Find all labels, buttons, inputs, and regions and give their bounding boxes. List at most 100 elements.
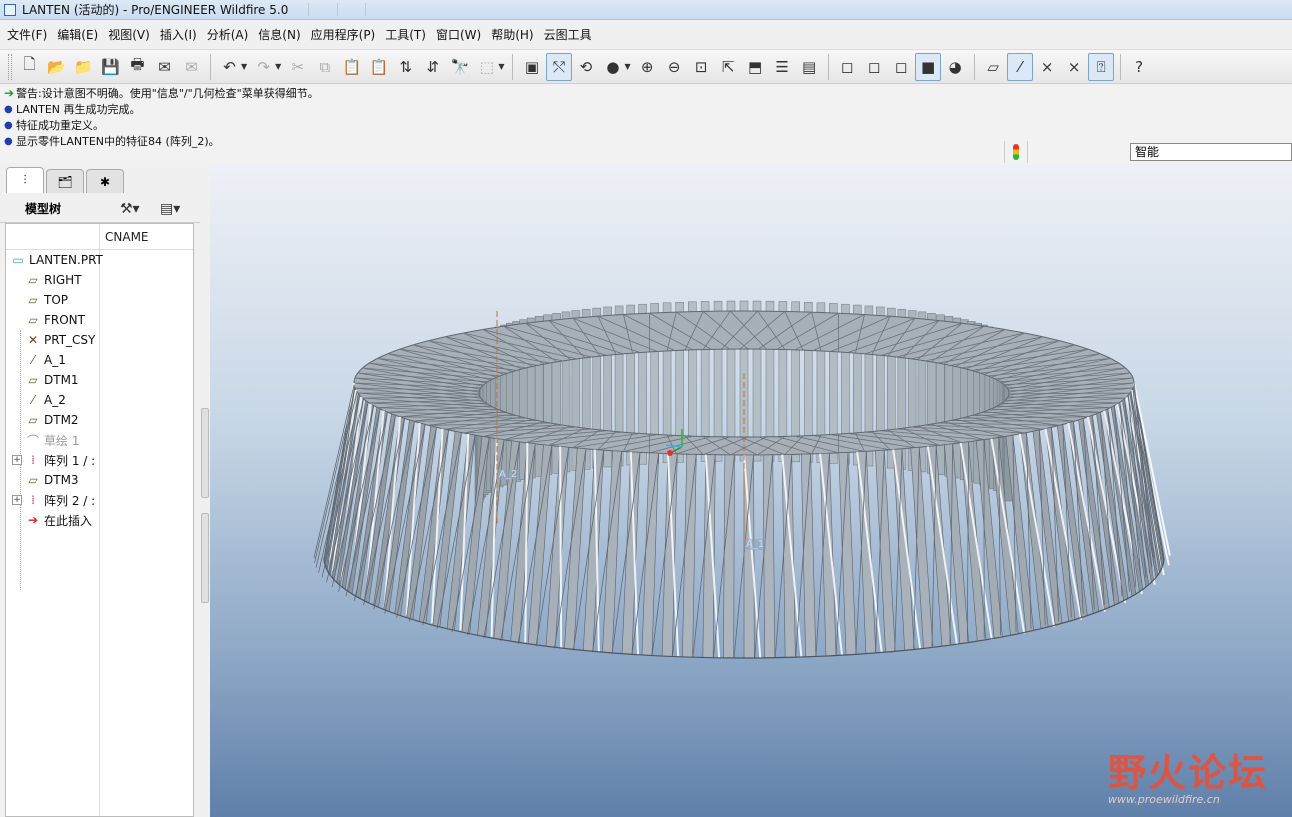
column-divider[interactable]	[99, 224, 100, 816]
menu-applications[interactable]: 应用程序(P)	[306, 26, 381, 43]
repaint-icon[interactable]: ▣	[519, 53, 545, 81]
selection-filter-select[interactable]: 智能	[1130, 143, 1292, 161]
menu-file[interactable]: 文件(F)	[2, 26, 52, 43]
tree-item[interactable]: + ⁞ 阵列 1 / :	[12, 450, 95, 470]
shading-icon[interactable]: ■	[915, 52, 942, 81]
toolbar-separator	[973, 53, 975, 80]
navigator-panel: ⫶ 🗂 ✱ 模型树 ⚒▾ ▤▾ CNAME ▭ LANTEN.PRT ▱ RIGH…	[0, 163, 210, 817]
appearance-dropdown-icon[interactable]: ▼	[624, 62, 630, 71]
hidden-line-icon[interactable]: ◻	[861, 53, 887, 81]
zoom-out-icon[interactable]: ⊖	[661, 53, 687, 81]
menu-insert[interactable]: 插入(I)	[155, 26, 202, 43]
tree-root[interactable]: ▭ LANTEN.PRT	[10, 250, 103, 270]
tree-item[interactable]: ▱ TOP	[12, 290, 68, 310]
menu-help[interactable]: 帮助(H)	[486, 26, 538, 43]
paste-icon[interactable]: 📋	[339, 53, 365, 81]
menu-analysis[interactable]: 分析(A)	[202, 26, 254, 43]
datum-planes-toggle-icon[interactable]: ▱	[980, 53, 1006, 81]
regenerate-icon[interactable]: ⇅	[393, 53, 419, 81]
app-icon	[4, 3, 16, 16]
context-help-icon[interactable]: ?	[1126, 53, 1152, 81]
datum-plane-icon: ▱	[28, 293, 38, 307]
wireframe-icon[interactable]: ◻	[834, 53, 860, 81]
menu-cloud-tools[interactable]: 云图工具	[539, 26, 597, 43]
print-icon[interactable]: 🖶	[125, 53, 151, 81]
find-icon[interactable]: 🔭	[447, 53, 473, 81]
tree-item[interactable]: ✕ PRT_CSY	[12, 330, 95, 350]
tree-item[interactable]: ▱ RIGHT	[12, 270, 81, 290]
tree-item[interactable]: ➔ 在此插入	[12, 510, 92, 530]
save-icon[interactable]: 💾	[98, 53, 124, 81]
no-hidden-icon[interactable]: ◻	[888, 53, 914, 81]
select-dropdown-icon[interactable]: ▼	[498, 62, 504, 71]
copy-icon[interactable]: ⧉	[312, 53, 338, 81]
paste-special-icon[interactable]: 📋	[366, 53, 392, 81]
column-cname[interactable]: CNAME	[105, 230, 149, 244]
saved-views-icon[interactable]: ⬒	[742, 53, 768, 81]
tree-item[interactable]: ⁄ A_2	[12, 390, 66, 410]
menu-info[interactable]: 信息(N)	[253, 26, 305, 43]
regen-manager-icon[interactable]: ⇵	[420, 53, 446, 81]
message-area: ➔ 警告:设计意图不明确。使用"信息"/"几何检查"菜单获得细节。 ● LANT…	[0, 85, 1292, 163]
expand-toggle-icon[interactable]: +	[12, 455, 22, 465]
model-tree-tab[interactable]: ⫶	[6, 167, 44, 193]
open-folder-icon[interactable]: 📂	[44, 53, 70, 81]
favorites-tab[interactable]: ✱	[86, 169, 124, 193]
menu-window[interactable]: 窗口(W)	[431, 26, 486, 43]
tree-item[interactable]: + ⁞ 阵列 2 / :	[12, 490, 95, 510]
toolbar-grip[interactable]	[8, 53, 12, 80]
datum-axes-toggle-icon[interactable]: ⁄	[1007, 52, 1034, 81]
tree-show-icon[interactable]: ▤▾	[160, 201, 180, 217]
menu-bar: 文件(F) 编辑(E) 视图(V) 插入(I) 分析(A) 信息(N) 应用程序…	[0, 23, 1292, 45]
menu-tools[interactable]: 工具(T)	[380, 26, 431, 43]
tree-item[interactable]: ▱ FRONT	[12, 310, 85, 330]
insert-here-arrow-icon: ➔	[27, 513, 39, 527]
part-icon: ▭	[12, 253, 24, 267]
background-tab	[365, 3, 390, 16]
zoom-in-icon[interactable]: ⊕	[634, 53, 660, 81]
spin-center-icon[interactable]: ⤲	[545, 52, 572, 81]
graphics-window[interactable]: A_2 A_1	[210, 163, 1292, 817]
tree-item[interactable]: ⁄ A_1	[12, 350, 66, 370]
send-mail-icon[interactable]: ✉	[152, 53, 178, 81]
undo-icon[interactable]: ↶	[217, 53, 243, 81]
select-box-icon[interactable]: ⬚	[474, 53, 500, 81]
window-title: LANTEN (活动的) - Pro/ENGINEER Wildfire 5.0	[22, 3, 289, 17]
folder-browser-tab[interactable]: 🗂	[46, 169, 84, 193]
panel-sash-lower[interactable]	[201, 513, 209, 603]
tree-item[interactable]: ▱ DTM2	[12, 410, 78, 430]
annotations-toggle-icon[interactable]: ⍰	[1088, 52, 1115, 81]
lantern-model	[313, 300, 1171, 659]
datum-axis-label: A_2	[497, 469, 520, 480]
info-bullet-icon: ●	[4, 103, 13, 115]
redo-dropdown-icon[interactable]: ▼	[275, 62, 281, 71]
tree-settings-icon[interactable]: ⚒▾	[120, 201, 140, 217]
tree-item[interactable]: ▱ DTM1	[12, 370, 78, 390]
tree-item-label: 阵列 2 / :	[44, 493, 96, 508]
appearance-gallery-icon[interactable]: ●	[600, 53, 626, 81]
view-manager-icon[interactable]: ▤	[796, 53, 822, 81]
datum-plane-icon: ▱	[28, 473, 38, 487]
datum-points-toggle-icon[interactable]: ×	[1034, 53, 1060, 81]
tree-item[interactable]: ⌒ 草绘 1	[12, 430, 79, 450]
warning-arrow-icon: ➔	[4, 86, 15, 100]
cut-icon[interactable]: ✂	[285, 53, 311, 81]
new-file-icon[interactable]: 🗋	[17, 53, 43, 81]
set-working-dir-icon[interactable]: 📁	[71, 53, 97, 81]
redo-icon[interactable]: ↷	[251, 53, 277, 81]
expand-toggle-icon[interactable]: +	[12, 495, 22, 505]
menu-edit[interactable]: 编辑(E)	[52, 26, 103, 43]
enhanced-realism-icon[interactable]: ◕	[942, 53, 968, 81]
tree-root-label: LANTEN.PRT	[29, 253, 103, 267]
reorient-icon[interactable]: ⇱	[715, 53, 741, 81]
orient-mode-icon[interactable]: ⟲	[573, 53, 599, 81]
tree-item[interactable]: ▱ DTM3	[12, 470, 78, 490]
menu-view[interactable]: 视图(V)	[103, 26, 155, 43]
regeneration-status-light-icon[interactable]	[1004, 141, 1028, 163]
undo-dropdown-icon[interactable]: ▼	[241, 62, 247, 71]
send-attachment-icon[interactable]: ✉	[179, 53, 205, 81]
coordinate-systems-toggle-icon[interactable]: ⨯	[1061, 53, 1087, 81]
panel-sash-upper[interactable]	[201, 408, 209, 498]
refit-icon[interactable]: ⊡	[688, 53, 714, 81]
layers-icon[interactable]: ☰	[769, 53, 795, 81]
